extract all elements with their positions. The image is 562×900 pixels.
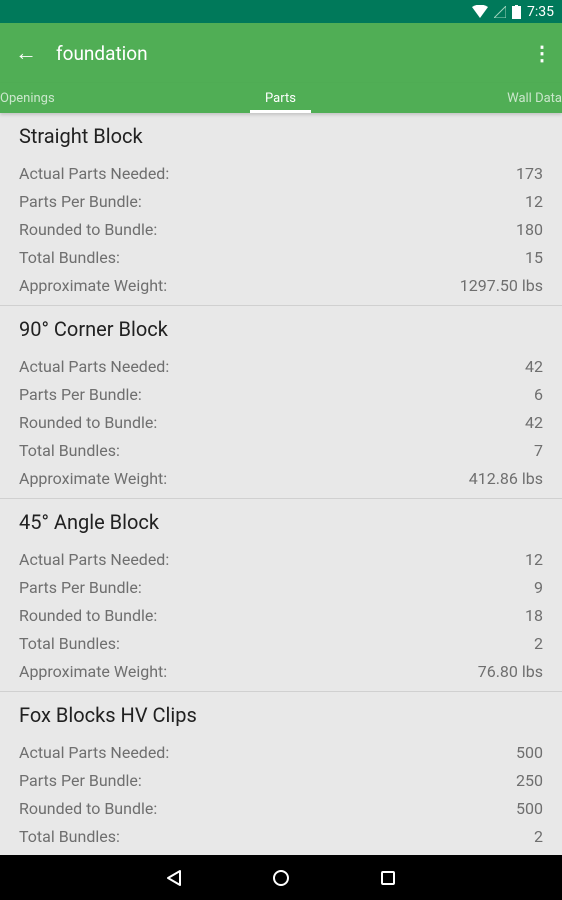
toolbar: ← foundation ⋮ — [0, 23, 562, 83]
row-label: Parts Per Bundle: — [19, 770, 142, 790]
detail-row: Rounded to Bundle: 180 — [19, 215, 543, 243]
row-value: 1297.50 lbs — [459, 275, 543, 295]
row-label: Rounded to Bundle: — [19, 798, 158, 818]
detail-row: Approximate Weight: 412.86 lbs — [19, 464, 543, 492]
row-label: Total Bundles: — [19, 826, 120, 846]
detail-row: Rounded to Bundle: 42 — [19, 408, 543, 436]
row-value: 76.80 lbs — [477, 661, 543, 681]
back-button[interactable]: ← — [0, 40, 52, 66]
row-label: Rounded to Bundle: — [19, 605, 158, 625]
detail-row: Rounded to Bundle: 500 — [19, 794, 543, 822]
parts-list[interactable]: Straight Block Actual Parts Needed: 173 Par… — [0, 113, 562, 855]
tab-wall-data[interactable]: Wall Data — [507, 91, 562, 106]
arrow-left-icon: ← — [15, 41, 37, 66]
overflow-menu-button[interactable]: ⋮ — [522, 41, 562, 65]
tab-bar: Openings Parts Wall Data — [0, 83, 562, 113]
navigation-bar — [0, 855, 562, 900]
row-label: Actual Parts Needed: — [19, 742, 170, 762]
row-label: Approximate Weight: — [19, 468, 168, 488]
signal-icon — [494, 5, 506, 18]
detail-row: Parts Per Bundle: 9 — [19, 573, 543, 601]
clock: 7:35 — [527, 3, 554, 20]
row-label: Rounded to Bundle: — [19, 412, 158, 432]
row-label: Actual Parts Needed: — [19, 163, 170, 183]
row-value: 42 — [525, 356, 543, 376]
detail-row: Approximate Weight: 1297.50 lbs — [19, 271, 543, 299]
row-value: 500 — [516, 742, 543, 762]
row-value: 7 — [534, 440, 543, 460]
detail-row: Actual Parts Needed: 173 — [19, 159, 543, 187]
row-value: 500 — [516, 798, 543, 818]
row-value: 2 — [534, 633, 543, 653]
section-title: 45° Angle Block — [19, 510, 159, 534]
row-label: Actual Parts Needed: — [19, 549, 170, 569]
row-value: 18 — [525, 605, 543, 625]
row-label: Parts Per Bundle: — [19, 384, 142, 404]
row-value: 2 — [534, 826, 543, 846]
row-label: Approximate Weight: — [19, 275, 168, 295]
detail-row: Parts Per Bundle: 6 — [19, 380, 543, 408]
detail-row: Total Bundles: 15 — [19, 243, 543, 271]
row-value: 15 — [525, 247, 543, 267]
detail-row: Total Bundles: 2 — [19, 822, 543, 850]
wifi-icon — [472, 5, 488, 18]
recents-icon[interactable] — [380, 870, 396, 886]
row-label: Total Bundles: — [19, 633, 120, 653]
section-title: Fox Blocks HV Clips — [19, 703, 197, 727]
detail-row: Actual Parts Needed: 12 — [19, 545, 543, 573]
row-value: 6 — [534, 384, 543, 404]
part-section: Straight Block Actual Parts Needed: 173 Par… — [0, 113, 562, 306]
detail-row: Approximate Weight: 76.80 lbs — [19, 657, 543, 685]
more-vert-icon: ⋮ — [532, 41, 552, 65]
detail-row: Total Bundles: 2 — [19, 629, 543, 657]
page-title: foundation — [56, 41, 148, 65]
detail-row: Total Bundles: 7 — [19, 436, 543, 464]
tab-openings[interactable]: Openings — [0, 91, 55, 106]
status-bar: 7:35 — [0, 0, 562, 23]
row-value: 180 — [516, 219, 543, 239]
row-value: 9 — [534, 577, 543, 597]
detail-row: Actual Parts Needed: 42 — [19, 352, 543, 380]
row-value: 12 — [525, 549, 543, 569]
row-value: 42 — [525, 412, 543, 432]
row-label: Total Bundles: — [19, 247, 120, 267]
row-label: Total Bundles: — [19, 440, 120, 460]
detail-row: Actual Parts Needed: 500 — [19, 738, 543, 766]
row-label: Parts Per Bundle: — [19, 577, 142, 597]
detail-row: Rounded to Bundle: 18 — [19, 601, 543, 629]
row-value: 250 — [516, 770, 543, 790]
part-section: Fox Blocks HV Clips Actual Parts Needed: 5… — [0, 692, 562, 855]
back-nav-icon[interactable] — [166, 869, 182, 887]
tab-parts[interactable]: Parts — [250, 83, 311, 113]
row-label: Rounded to Bundle: — [19, 219, 158, 239]
home-icon[interactable] — [272, 869, 290, 887]
row-label: Parts Per Bundle: — [19, 191, 142, 211]
detail-row: Parts Per Bundle: 12 — [19, 187, 543, 215]
row-value: 412.86 lbs — [468, 468, 543, 488]
part-section: 90° Corner Block Actual Parts Needed: 42 Pa… — [0, 306, 562, 499]
part-section: 45° Angle Block Actual Parts Needed: 12 Par… — [0, 499, 562, 692]
row-label: Actual Parts Needed: — [19, 356, 170, 376]
row-value: 12 — [525, 191, 543, 211]
battery-icon — [512, 4, 521, 19]
section-title: Straight Block — [19, 124, 143, 148]
row-value: 173 — [516, 163, 543, 183]
section-title: 90° Corner Block — [19, 317, 168, 341]
row-label: Approximate Weight: — [19, 661, 168, 681]
detail-row: Parts Per Bundle: 250 — [19, 766, 543, 794]
